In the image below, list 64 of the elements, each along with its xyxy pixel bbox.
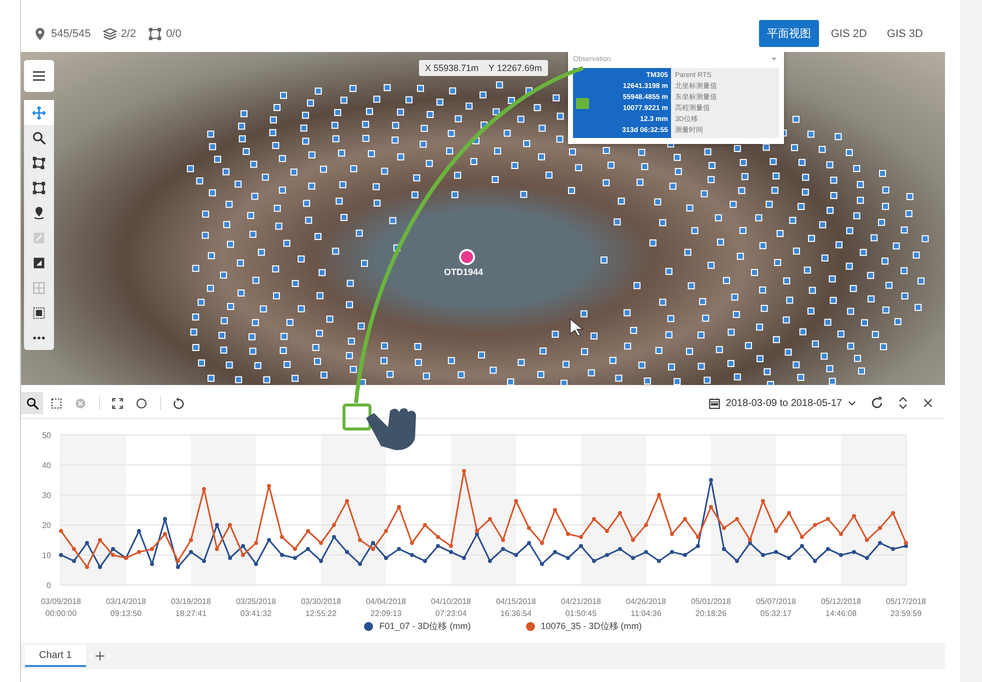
view-button[interactable]: GIS 3D xyxy=(878,22,931,46)
expand-icon xyxy=(896,396,910,410)
view-button[interactable]: GIS 2D xyxy=(822,22,875,46)
calendar-icon xyxy=(708,396,721,410)
chart-tool-button[interactable] xyxy=(21,392,43,414)
x-axis-label: 04/15/2018 16:36:54 xyxy=(494,596,538,620)
x-axis-label: 03/14/2018 09:13:50 xyxy=(104,596,148,620)
menu-icon xyxy=(31,68,47,84)
location-pin-icon xyxy=(32,206,46,220)
x-axis-label: 04/21/2018 01:50:45 xyxy=(560,596,602,620)
highlight-box xyxy=(342,404,372,430)
color-swatch-icon xyxy=(576,98,589,108)
y-axis-label: 20 xyxy=(42,521,51,530)
legend-label: F01_07 - 3D位移 (mm) xyxy=(379,620,471,632)
x-axis-label: 04/04/2018 22:09:13 xyxy=(364,596,408,620)
x-axis-label: 03/19/2018 18:27:41 xyxy=(170,596,212,620)
mouse-pointer-icon xyxy=(568,318,586,336)
layer-icon xyxy=(32,230,46,244)
rectangle-icon xyxy=(32,180,46,194)
x-axis-label: 04/10/2018 07:23:04 xyxy=(430,596,472,620)
reset-icon xyxy=(172,396,184,410)
x-coordinate: X 55938.71m xyxy=(425,63,479,73)
x-axis-label: 04/26/2018 11:04:36 xyxy=(624,596,668,620)
search-icon xyxy=(26,396,38,410)
marker-label: OTD1944 xyxy=(444,267,484,277)
image-icon xyxy=(32,256,46,270)
grid-icon xyxy=(32,280,46,294)
chart-tab[interactable]: Chart 1 xyxy=(25,645,86,667)
x-axis-label: 03/25/2018 03:41:32 xyxy=(234,596,278,620)
x-axis-label: 05/01/2018 20:18:26 xyxy=(690,596,732,620)
clear-icon xyxy=(74,396,86,410)
view-button[interactable]: 平面视图 xyxy=(758,20,819,47)
close-icon xyxy=(922,397,934,409)
y-axis-label: 40 xyxy=(42,461,51,470)
date-range-picker[interactable]: 2018-03-09 to 2018-05-17 xyxy=(704,394,861,412)
fit-icon xyxy=(110,396,124,410)
y-axis-label: 0 xyxy=(46,581,51,590)
y-coordinate: Y 12267.69m xyxy=(488,63,542,73)
y-axis-label: 50 xyxy=(42,431,51,440)
pin-icon xyxy=(33,26,47,40)
frame-icon xyxy=(32,306,46,320)
y-axis-label: 10 xyxy=(42,551,51,560)
x-axis-label: 05/17/2018 23:59:59 xyxy=(884,596,928,620)
selection-icon xyxy=(148,26,162,40)
menu-button[interactable] xyxy=(24,60,54,92)
count-label: 545/545 xyxy=(51,28,91,40)
polygon-icon xyxy=(32,156,46,170)
search-icon xyxy=(32,130,46,144)
location-marker-icon xyxy=(459,249,475,265)
refresh-icon xyxy=(870,396,884,410)
x-axis-label: 05/12/2018 14:46:08 xyxy=(820,596,862,620)
box-select-icon xyxy=(50,396,62,410)
circle-icon xyxy=(134,396,148,410)
layers-icon xyxy=(102,26,117,40)
y-axis-label: 30 xyxy=(42,491,51,500)
x-axis-label: 03/30/2018 12:55:22 xyxy=(300,596,342,620)
count-label: 0/0 xyxy=(166,28,182,40)
plus-icon xyxy=(94,650,106,662)
x-axis-label: 05/07/2018 05:32:17 xyxy=(754,596,798,620)
x-axis-label: 03/09/2018 00:00:00 xyxy=(40,596,82,620)
hand-cursor-icon xyxy=(366,408,416,450)
count-label: 2/2 xyxy=(120,28,136,40)
move-arrows-icon xyxy=(32,106,46,120)
legend-label: 10076_35 - 3D位移 (mm) xyxy=(540,620,642,632)
